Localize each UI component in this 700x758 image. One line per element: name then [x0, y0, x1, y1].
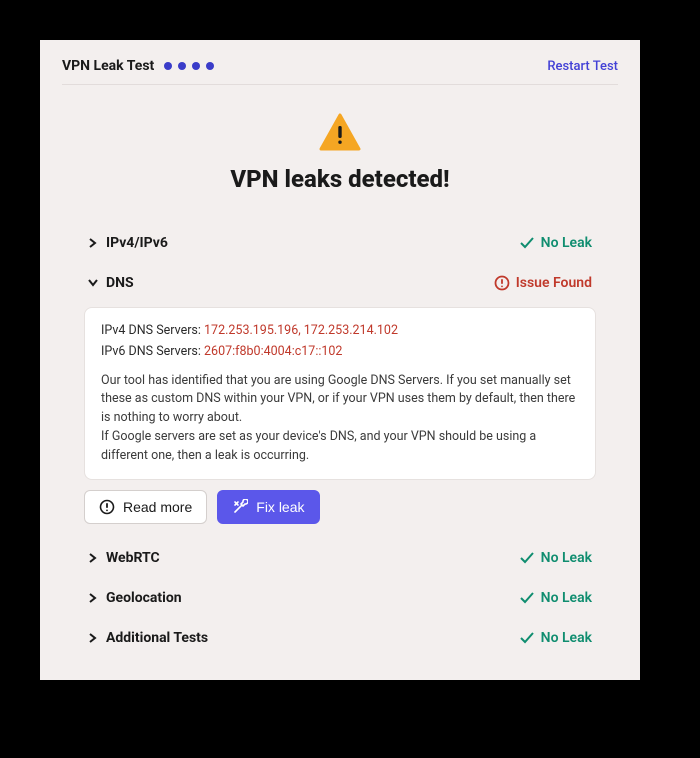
status-text: No Leak	[541, 630, 592, 646]
dns-ipv6-value: 2607:f8b0:4004:c17::102	[204, 344, 342, 359]
check-icon	[519, 630, 535, 646]
dns-actions: Read more Fix leak	[84, 490, 596, 524]
progress-dot	[178, 62, 186, 70]
restart-test-link[interactable]: Restart Test	[547, 59, 618, 74]
check-icon	[519, 550, 535, 566]
status-text: No Leak	[541, 235, 592, 251]
status-badge: No Leak	[519, 590, 592, 606]
section-additional[interactable]: Additional Tests No Leak	[88, 618, 592, 658]
read-more-button[interactable]: Read more	[84, 490, 207, 524]
hero: VPN leaks detected!	[62, 85, 618, 215]
read-more-label: Read more	[123, 499, 192, 515]
section-label: DNS	[106, 275, 134, 291]
section-webrtc[interactable]: WebRTC No Leak	[88, 538, 592, 578]
section-ipv[interactable]: IPv4/IPv6 No Leak	[88, 223, 592, 263]
progress-dot	[164, 62, 172, 70]
progress-dot	[206, 62, 214, 70]
panel-title: VPN Leak Test	[62, 58, 154, 74]
fix-leak-button[interactable]: Fix leak	[217, 490, 319, 524]
chevron-right-icon	[88, 238, 98, 248]
chevron-right-icon	[88, 553, 98, 563]
dns-ipv6-label: IPv6 DNS Servers:	[101, 344, 201, 359]
dns-ipv4-label: IPv4 DNS Servers:	[101, 323, 201, 338]
dns-ipv4-row: IPv4 DNS Servers: 172.253.195.196, 172.2…	[101, 322, 579, 341]
dns-ipv4-value: 172.253.195.196, 172.253.214.102	[204, 323, 398, 338]
dns-detail-card: IPv4 DNS Servers: 172.253.195.196, 172.2…	[84, 307, 596, 480]
section-dns-left: DNS	[88, 275, 134, 291]
status-badge: No Leak	[519, 235, 592, 251]
progress-dots	[164, 62, 214, 70]
dns-ipv6-row: IPv6 DNS Servers: 2607:f8b0:4004:c17::10…	[101, 343, 579, 362]
section-label: Geolocation	[106, 590, 182, 606]
status-text: No Leak	[541, 590, 592, 606]
section-ipv-left: IPv4/IPv6	[88, 235, 168, 251]
fix-leak-label: Fix leak	[256, 499, 304, 515]
status-badge: Issue Found	[494, 275, 592, 291]
vpn-leak-panel: VPN Leak Test Restart Test VPN leaks det…	[40, 40, 640, 680]
results-list: IPv4/IPv6 No Leak DNS	[62, 215, 618, 658]
hero-heading: VPN leaks detected!	[62, 165, 618, 193]
dns-explanation-1: Our tool has identified that you are usi…	[101, 372, 579, 428]
chevron-right-icon	[88, 633, 98, 643]
tools-icon	[232, 499, 248, 515]
status-text: No Leak	[541, 550, 592, 566]
section-label: Additional Tests	[106, 630, 208, 646]
header-left: VPN Leak Test	[62, 58, 214, 74]
section-webrtc-left: WebRTC	[88, 550, 160, 566]
section-label: IPv4/IPv6	[106, 235, 168, 251]
status-badge: No Leak	[519, 630, 592, 646]
section-additional-left: Additional Tests	[88, 630, 208, 646]
dns-explanation-2: If Google servers are set as your device…	[101, 428, 579, 466]
section-label: WebRTC	[106, 550, 160, 566]
info-circle-icon	[99, 499, 115, 515]
chevron-right-icon	[88, 593, 98, 603]
section-geolocation-left: Geolocation	[88, 590, 182, 606]
alert-circle-icon	[494, 275, 510, 291]
status-badge: No Leak	[519, 550, 592, 566]
section-dns[interactable]: DNS Issue Found	[88, 263, 592, 303]
check-icon	[519, 235, 535, 251]
panel-header: VPN Leak Test Restart Test	[62, 58, 618, 85]
progress-dot	[192, 62, 200, 70]
section-geolocation[interactable]: Geolocation No Leak	[88, 578, 592, 618]
check-icon	[519, 590, 535, 606]
status-text: Issue Found	[516, 275, 592, 291]
chevron-down-icon	[88, 279, 98, 287]
warning-triangle-icon	[319, 113, 361, 155]
